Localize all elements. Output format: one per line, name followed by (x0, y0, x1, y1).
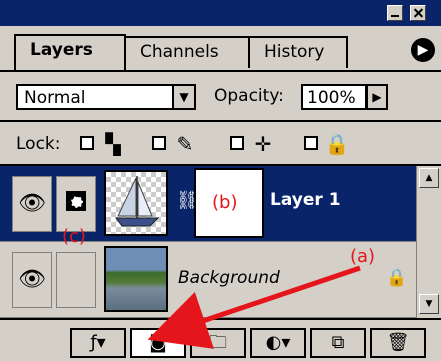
mask-edit-cell-empty[interactable] (56, 252, 96, 308)
layers-palette: Layers Channels History ▶ Normal ▼ Opaci… (0, 0, 441, 361)
lock-label: Lock: (16, 134, 61, 154)
adjustment-layer-button[interactable]: ◐▾ (250, 328, 306, 358)
new-layer-button[interactable]: ⧉ (310, 328, 366, 358)
layer-name[interactable]: Background (178, 268, 280, 288)
minimize-icon[interactable] (387, 5, 403, 21)
annotation-b: (b) (212, 192, 238, 213)
mask-edit-cell[interactable] (56, 176, 96, 232)
layer-name[interactable]: Layer 1 (270, 190, 341, 210)
lock-row: Lock: ▚ ✎ ✛ 🔒 (0, 120, 441, 166)
tab-layers[interactable]: Layers (14, 34, 126, 70)
tab-history[interactable]: History (248, 36, 348, 68)
scroll-up-icon[interactable]: ▲ (419, 168, 439, 188)
move-icon: ✛ (254, 132, 272, 156)
eye-icon[interactable]: 👁 (12, 176, 52, 232)
lock-image-checkbox[interactable] (152, 136, 166, 150)
layer-thumbnail-sailboat[interactable] (104, 170, 168, 236)
brush-icon: ✎ (176, 132, 194, 156)
layers-list: 👁 ⛓ (b) Layer 1 👁 Background 🔒 (c) (a) (0, 166, 416, 318)
layer-mask-thumbnail[interactable]: (b) (194, 168, 264, 238)
delete-layer-button[interactable]: 🗑 (370, 328, 426, 358)
blend-row: Normal ▼ Opacity: 100% ▶ (0, 70, 441, 120)
annotation-c: (c) (62, 226, 86, 247)
new-set-button[interactable]: 🗀 (190, 328, 246, 358)
scroll-down-icon[interactable]: ▼ (419, 294, 439, 314)
palette-tabs: Layers Channels History ▶ (0, 26, 441, 70)
lock-icon: 🔒 (386, 268, 408, 288)
opacity-label: Opacity: (214, 86, 284, 106)
add-mask-button[interactable]: ◙ (130, 328, 186, 358)
eye-icon[interactable]: 👁 (12, 252, 52, 308)
scrollbar[interactable]: ▲ ▼ (416, 166, 441, 318)
sailboat-icon (115, 176, 160, 227)
lock-icon: 🔒 (324, 132, 350, 156)
close-icon[interactable] (410, 5, 426, 21)
chevron-down-icon[interactable]: ▼ (172, 86, 194, 108)
lock-position-checkbox[interactable] (230, 136, 244, 150)
checker-icon: ▚ (105, 132, 121, 156)
opacity-field[interactable]: 100% (301, 84, 367, 110)
opacity-slider-icon[interactable]: ▶ (366, 84, 388, 110)
palette-bottom-bar: ƒ▾ ◙ 🗀 ◐▾ ⧉ 🗑 (0, 318, 441, 361)
blend-mode-select[interactable]: Normal ▼ (16, 84, 196, 110)
layer-thumbnail-landscape[interactable] (104, 246, 168, 312)
blend-mode-value: Normal (24, 88, 86, 108)
palette-menu-icon[interactable]: ▶ (411, 38, 435, 62)
tab-channels[interactable]: Channels (124, 36, 252, 68)
lock-all-checkbox[interactable] (304, 136, 318, 150)
lock-transparency-checkbox[interactable] (80, 136, 94, 150)
palette-titlebar (0, 0, 441, 26)
layer-style-button[interactable]: ƒ▾ (70, 328, 126, 358)
mask-icon (66, 191, 86, 211)
annotation-a: (a) (350, 246, 376, 267)
